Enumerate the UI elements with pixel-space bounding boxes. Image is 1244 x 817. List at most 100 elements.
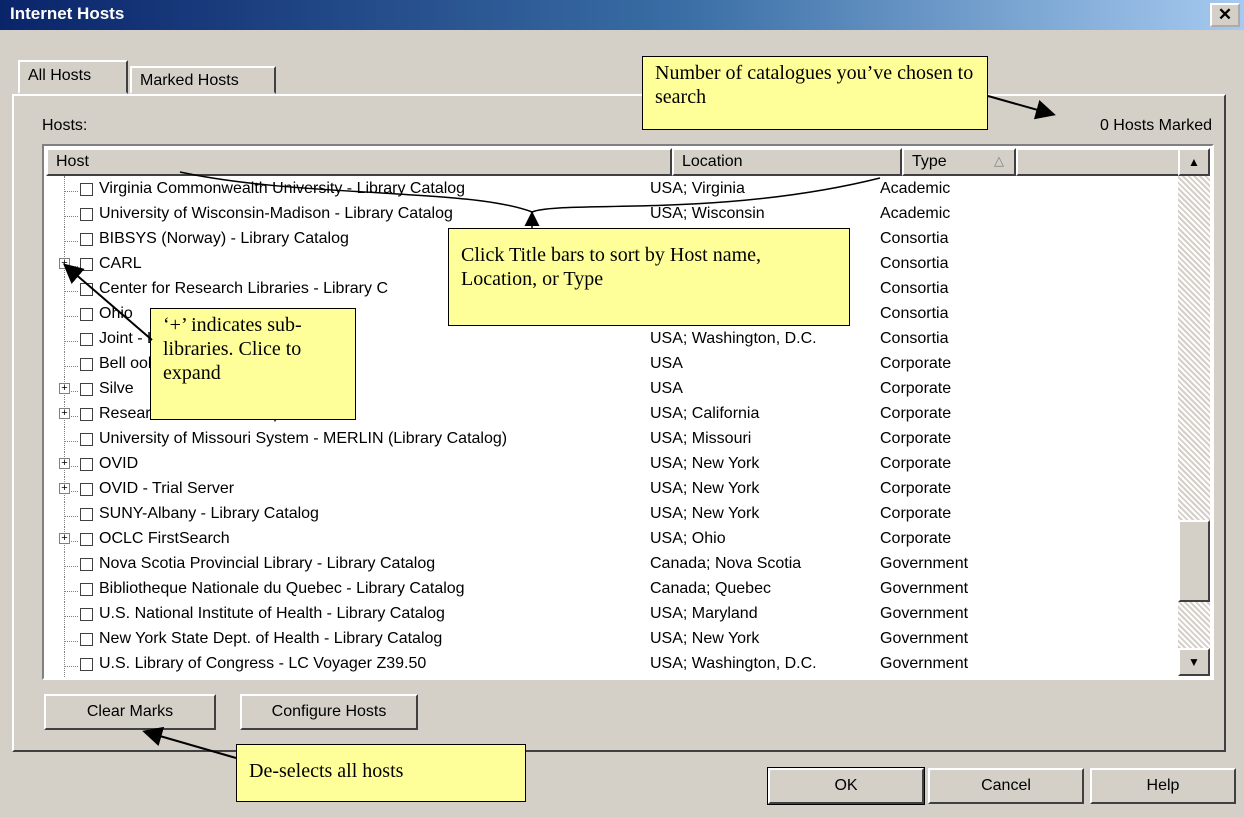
host-type: Government xyxy=(880,630,969,647)
host-location: USA; Washington, D.C. xyxy=(650,330,817,347)
tree-lines xyxy=(58,226,80,252)
column-header-type[interactable]: Type △ xyxy=(902,148,1016,176)
tab-all-hosts[interactable]: All Hosts xyxy=(18,60,128,94)
host-location: USA; New York xyxy=(650,455,760,472)
host-name: Bibliotheque Nationale du Quebec - Libra… xyxy=(99,580,465,597)
expand-plus-icon[interactable]: + xyxy=(59,408,70,419)
host-checkbox[interactable] xyxy=(80,258,93,271)
tree-lines xyxy=(58,501,80,527)
host-checkbox[interactable] xyxy=(80,608,93,621)
table-row[interactable]: University of Wisconsin-Madison - Librar… xyxy=(46,201,1176,228)
close-button[interactable]: ✕ xyxy=(1210,3,1240,27)
host-type: Corporate xyxy=(880,480,952,497)
host-name: SUNY-Albany - Library Catalog xyxy=(99,505,319,522)
scroll-down-button[interactable]: ▼ xyxy=(1178,648,1210,676)
host-type: Government xyxy=(880,605,969,622)
tree-lines xyxy=(58,201,80,227)
host-type: Corporate xyxy=(880,530,952,547)
host-checkbox[interactable] xyxy=(80,208,93,221)
configure-hosts-label: Configure Hosts xyxy=(271,703,387,720)
hosts-marked-count: 0 Hosts Marked xyxy=(1099,117,1212,134)
host-checkbox[interactable] xyxy=(80,533,93,546)
ok-button[interactable]: OK xyxy=(767,767,925,805)
table-row[interactable]: SUNY-Albany - Library Catalog USA; New Yo… xyxy=(46,501,1176,528)
title-bar[interactable]: Internet Hosts ✕ xyxy=(0,0,1244,30)
host-name: OCLC FirstSearch xyxy=(99,530,230,547)
host-checkbox[interactable] xyxy=(80,483,93,496)
table-row[interactable]: Virginia Commonwealth University - Libra… xyxy=(46,176,1176,203)
tree-lines xyxy=(58,651,80,677)
host-type: Consortia xyxy=(880,255,949,272)
callout-deselect-hosts: De-selects all hosts xyxy=(236,744,526,802)
table-row[interactable]: + OCLC FirstSearch USA; Ohio Corporate xyxy=(46,526,1176,553)
clear-marks-label: Clear Marks xyxy=(86,703,174,720)
host-location: USA; Ohio xyxy=(650,530,726,547)
clear-marks-button[interactable]: Clear Marks xyxy=(44,694,216,730)
hosts-label: Hosts: xyxy=(42,117,88,134)
tree-lines xyxy=(58,426,80,452)
table-row[interactable]: University of Missouri System - MERLIN (… xyxy=(46,426,1176,453)
help-label: Help xyxy=(1146,777,1180,794)
table-row[interactable]: U.S. Library of Congress - LC Voyager Z3… xyxy=(46,651,1176,678)
ok-label: OK xyxy=(834,777,858,794)
host-type: Corporate xyxy=(880,455,952,472)
table-row[interactable]: New York State Dept. of Health - Library… xyxy=(46,626,1176,653)
host-type: Government xyxy=(880,655,969,672)
host-checkbox[interactable] xyxy=(80,333,93,346)
host-type: Corporate xyxy=(880,505,952,522)
host-type: Academic xyxy=(880,180,951,197)
host-type: Consortia xyxy=(880,280,949,297)
column-header-location-label: Location xyxy=(682,153,743,170)
host-checkbox[interactable] xyxy=(80,658,93,671)
host-checkbox[interactable] xyxy=(80,183,93,196)
column-header-host[interactable]: Host xyxy=(46,148,672,176)
arrow-down-icon: ▼ xyxy=(1188,655,1200,669)
expand-plus-icon[interactable]: + xyxy=(59,258,70,269)
host-location: USA xyxy=(650,380,683,397)
expand-plus-icon[interactable]: + xyxy=(59,458,70,469)
host-type: Consortia xyxy=(880,230,949,247)
table-row[interactable]: U.S. National Institute of Health - Libr… xyxy=(46,601,1176,628)
expand-plus-icon[interactable]: + xyxy=(59,533,70,544)
host-checkbox[interactable] xyxy=(80,458,93,471)
tree-lines xyxy=(58,326,80,352)
cancel-button[interactable]: Cancel xyxy=(928,768,1084,804)
tree-lines xyxy=(58,601,80,627)
tree-lines xyxy=(58,276,80,302)
host-type: Corporate xyxy=(880,380,952,397)
host-checkbox[interactable] xyxy=(80,408,93,421)
host-checkbox[interactable] xyxy=(80,633,93,646)
vertical-scrollbar[interactable]: ▲ ▼ xyxy=(1178,148,1210,676)
help-button[interactable]: Help xyxy=(1090,768,1236,804)
scroll-up-button[interactable]: ▲ xyxy=(1178,148,1210,176)
tab-marked-hosts[interactable]: Marked Hosts xyxy=(130,66,276,94)
table-row[interactable]: Bibliotheque Nationale du Quebec - Libra… xyxy=(46,576,1176,603)
callout-catalogues-count: Number of catalogues you’ve chosen to se… xyxy=(642,56,988,130)
table-row[interactable]: + OVID - Trial Server USA; New York Corpora… xyxy=(46,476,1176,503)
host-checkbox[interactable] xyxy=(80,283,93,296)
cancel-label: Cancel xyxy=(981,777,1031,794)
tree-lines xyxy=(58,626,80,652)
expand-plus-icon[interactable]: + xyxy=(59,383,70,394)
configure-hosts-button[interactable]: Configure Hosts xyxy=(240,694,418,730)
column-header-type-label: Type xyxy=(912,153,947,170)
expand-plus-icon[interactable]: + xyxy=(59,483,70,494)
callout-sort-columns: Click Title bars to sort by Host name, L… xyxy=(448,228,850,326)
host-checkbox[interactable] xyxy=(80,558,93,571)
table-row[interactable]: Nova Scotia Provincial Library - Library… xyxy=(46,551,1176,578)
host-name: University of Missouri System - MERLIN (… xyxy=(99,430,508,447)
scroll-thumb[interactable] xyxy=(1178,520,1210,602)
host-checkbox[interactable] xyxy=(80,508,93,521)
host-name: BIBSYS (Norway) - Library Catalog xyxy=(99,230,349,247)
host-checkbox[interactable] xyxy=(80,358,93,371)
table-row[interactable]: + OVID USA; New York Corporate xyxy=(46,451,1176,478)
host-checkbox[interactable] xyxy=(80,433,93,446)
column-header-location[interactable]: Location xyxy=(672,148,902,176)
host-checkbox[interactable] xyxy=(80,308,93,321)
host-type: Corporate xyxy=(880,355,952,372)
host-checkbox[interactable] xyxy=(80,583,93,596)
host-checkbox[interactable] xyxy=(80,383,93,396)
host-name: Nova Scotia Provincial Library - Library… xyxy=(99,555,436,572)
host-checkbox[interactable] xyxy=(80,233,93,246)
host-type: Corporate xyxy=(880,405,952,422)
